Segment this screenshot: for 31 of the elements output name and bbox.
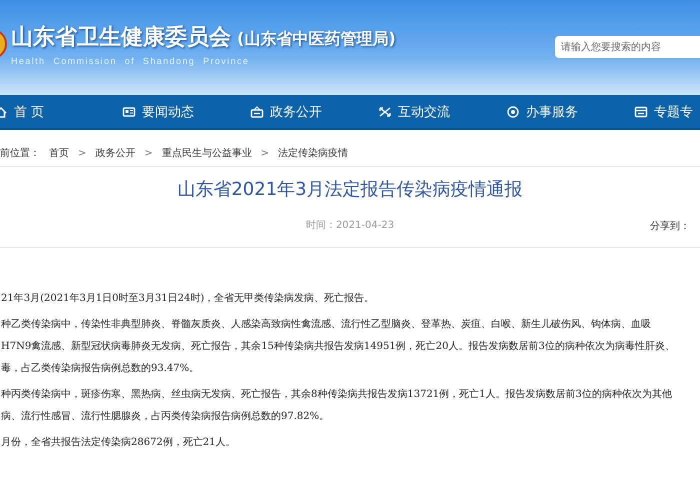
site-title: 山东省卫生健康委员会: [11, 24, 231, 52]
article-text-line: 种乙类传染病中，传染性非典型肺炎、脊髓灰质炎、人感染高致病性禽流感、流行性乙型脑炎、登革热、炭疽、白喉、新生儿破伤风、钩体病、血吸: [1, 318, 652, 332]
site-english-name: Health Commission of Shandong Province: [11, 56, 250, 66]
nav-link[interactable]: 专题专: [634, 102, 693, 120]
breadcrumb-link[interactable]: 法定传染病疫情: [278, 146, 348, 160]
nav-link[interactable]: 互动交流: [378, 102, 506, 120]
article-text-line: H7N9禽流感、新型冠状病毒肺炎无发病、死亡报告，其余15种传染病共报告发病14951例，死亡20人。报告发病数居前3位的病种依次为病毒性肝炎、: [1, 340, 676, 354]
article-title: 山东省2021年3月法定报告传染病疫情通报: [176, 178, 524, 201]
article-text-line: 21年3月(2021年3月1日0时至3月31日24时)，全省无甲类传染病发病、死亡报告。: [1, 292, 376, 306]
breadcrumb-separator: >: [144, 148, 153, 158]
article-text-line: 种丙类传染病中，斑疹伤寒、黑热病、丝虫病无发病、死亡报告，其余8种传染病共报告发病13721例，死亡1人。报告发病数居前3位的病种依次为其他: [1, 388, 673, 402]
breadcrumb-label: 前位置：: [0, 146, 40, 160]
article-text-line: 病、流行性感冒、流行性腮腺炎，占丙类传染病报告病例总数的97.82%。: [1, 410, 330, 424]
breadcrumb-separator: >: [260, 148, 270, 158]
breadcrumb-link[interactable]: 重点民生与公益事业: [162, 146, 252, 160]
emblem-icon: [0, 29, 8, 59]
share-label: 分享到：: [650, 220, 690, 233]
breadcrumb-link[interactable]: 首页: [49, 146, 69, 160]
nav-link[interactable]: 政务公开: [250, 102, 378, 120]
nav-link[interactable]: 办事服务: [506, 102, 634, 120]
breadcrumb-separator: >: [78, 148, 86, 158]
site-subtitle: (山东省中医药管理局): [237, 29, 396, 50]
news-icon: [122, 104, 136, 118]
topic-icon: [634, 104, 648, 118]
nav-link[interactable]: 要闻动态: [122, 102, 250, 120]
breadcrumb-link[interactable]: 政务公开: [95, 146, 136, 160]
nav-link[interactable]: 首 页: [0, 102, 122, 120]
search-field[interactable]: 请输入您要搜索的内容: [555, 36, 700, 58]
article-text-line: 月份，全省共报告法定传染病28672例，死亡21人。: [1, 436, 237, 450]
article-text-line: 毒，占乙类传染病报告病例总数的93.47%。: [1, 362, 200, 376]
publish-time: 时间：2021-04-23: [306, 218, 394, 232]
